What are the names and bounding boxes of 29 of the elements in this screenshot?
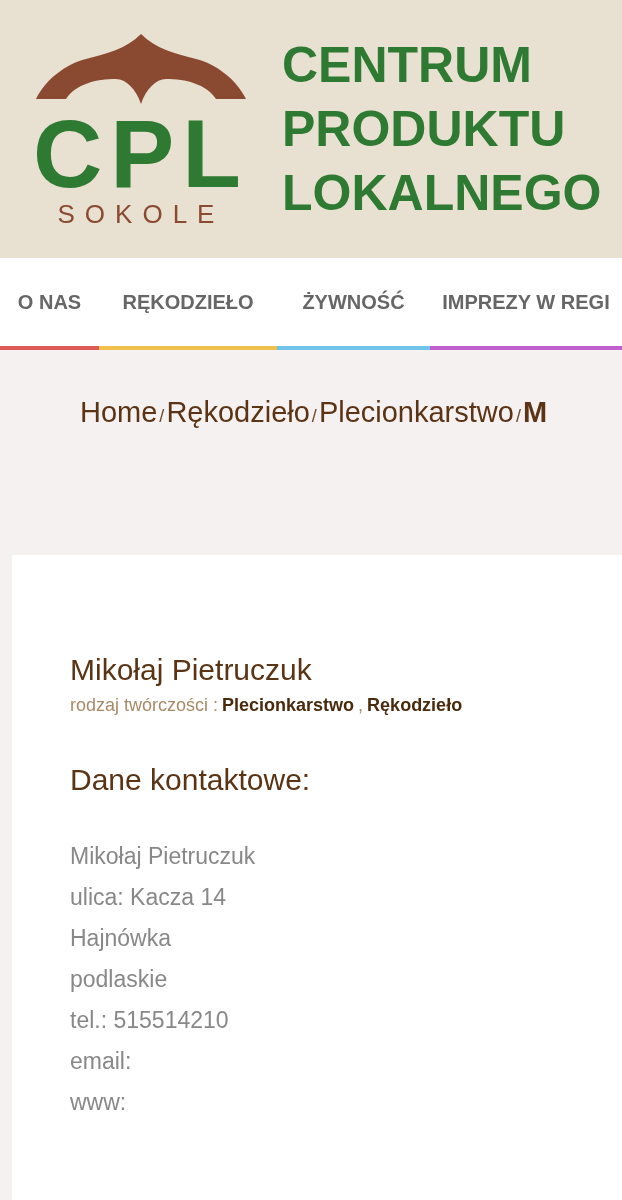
breadcrumb-link[interactable]: Rękodzieło (166, 390, 310, 435)
logo-subtitle: SOKOLE (57, 199, 225, 229)
contact-line: tel.: 515514210 (70, 1006, 230, 1035)
breadcrumb-separator: / (159, 404, 165, 428)
contact-line: www: (70, 1088, 128, 1117)
breadcrumb-separator: / (515, 404, 521, 428)
contact-line: podlaskie (70, 965, 169, 994)
site-title-line: PRODUKTU (282, 100, 567, 159)
site-title-line: CENTRUM (282, 36, 533, 95)
category-link[interactable]: Plecionkarstwo (222, 692, 355, 719)
logo-letters: CPL (33, 109, 249, 199)
breadcrumb-separator: / (311, 404, 317, 428)
category-link[interactable]: Rękodzieło (367, 692, 463, 719)
current-page-title: M (522, 394, 548, 430)
nav-item[interactable]: IMPREZY W REGI (430, 258, 622, 350)
nav-item[interactable]: ŻYWNOŚĆ (277, 258, 430, 350)
category-separator: , (358, 694, 364, 717)
contact-line: Mikołaj Pietruczuk (70, 842, 257, 871)
category-label: rodzaj twórczości : (70, 694, 219, 717)
contact-line: email: (70, 1047, 133, 1076)
site-title-line: LOKALNEGO (282, 164, 602, 223)
breadcrumb-link[interactable]: Home (80, 390, 158, 435)
contact-line: Hajnówka (70, 924, 172, 953)
contact-heading: Dane kontaktowe: (70, 762, 312, 798)
nav-item[interactable]: RĘKODZIEŁO (99, 258, 277, 350)
nav-item[interactable]: O NAS (0, 258, 99, 350)
breadcrumb-link[interactable]: Plecionkarstwo (318, 390, 514, 435)
profile-name: Mikołaj Pietruczuk (70, 652, 313, 688)
contact-line: ulica: Kacza 14 (70, 883, 227, 912)
